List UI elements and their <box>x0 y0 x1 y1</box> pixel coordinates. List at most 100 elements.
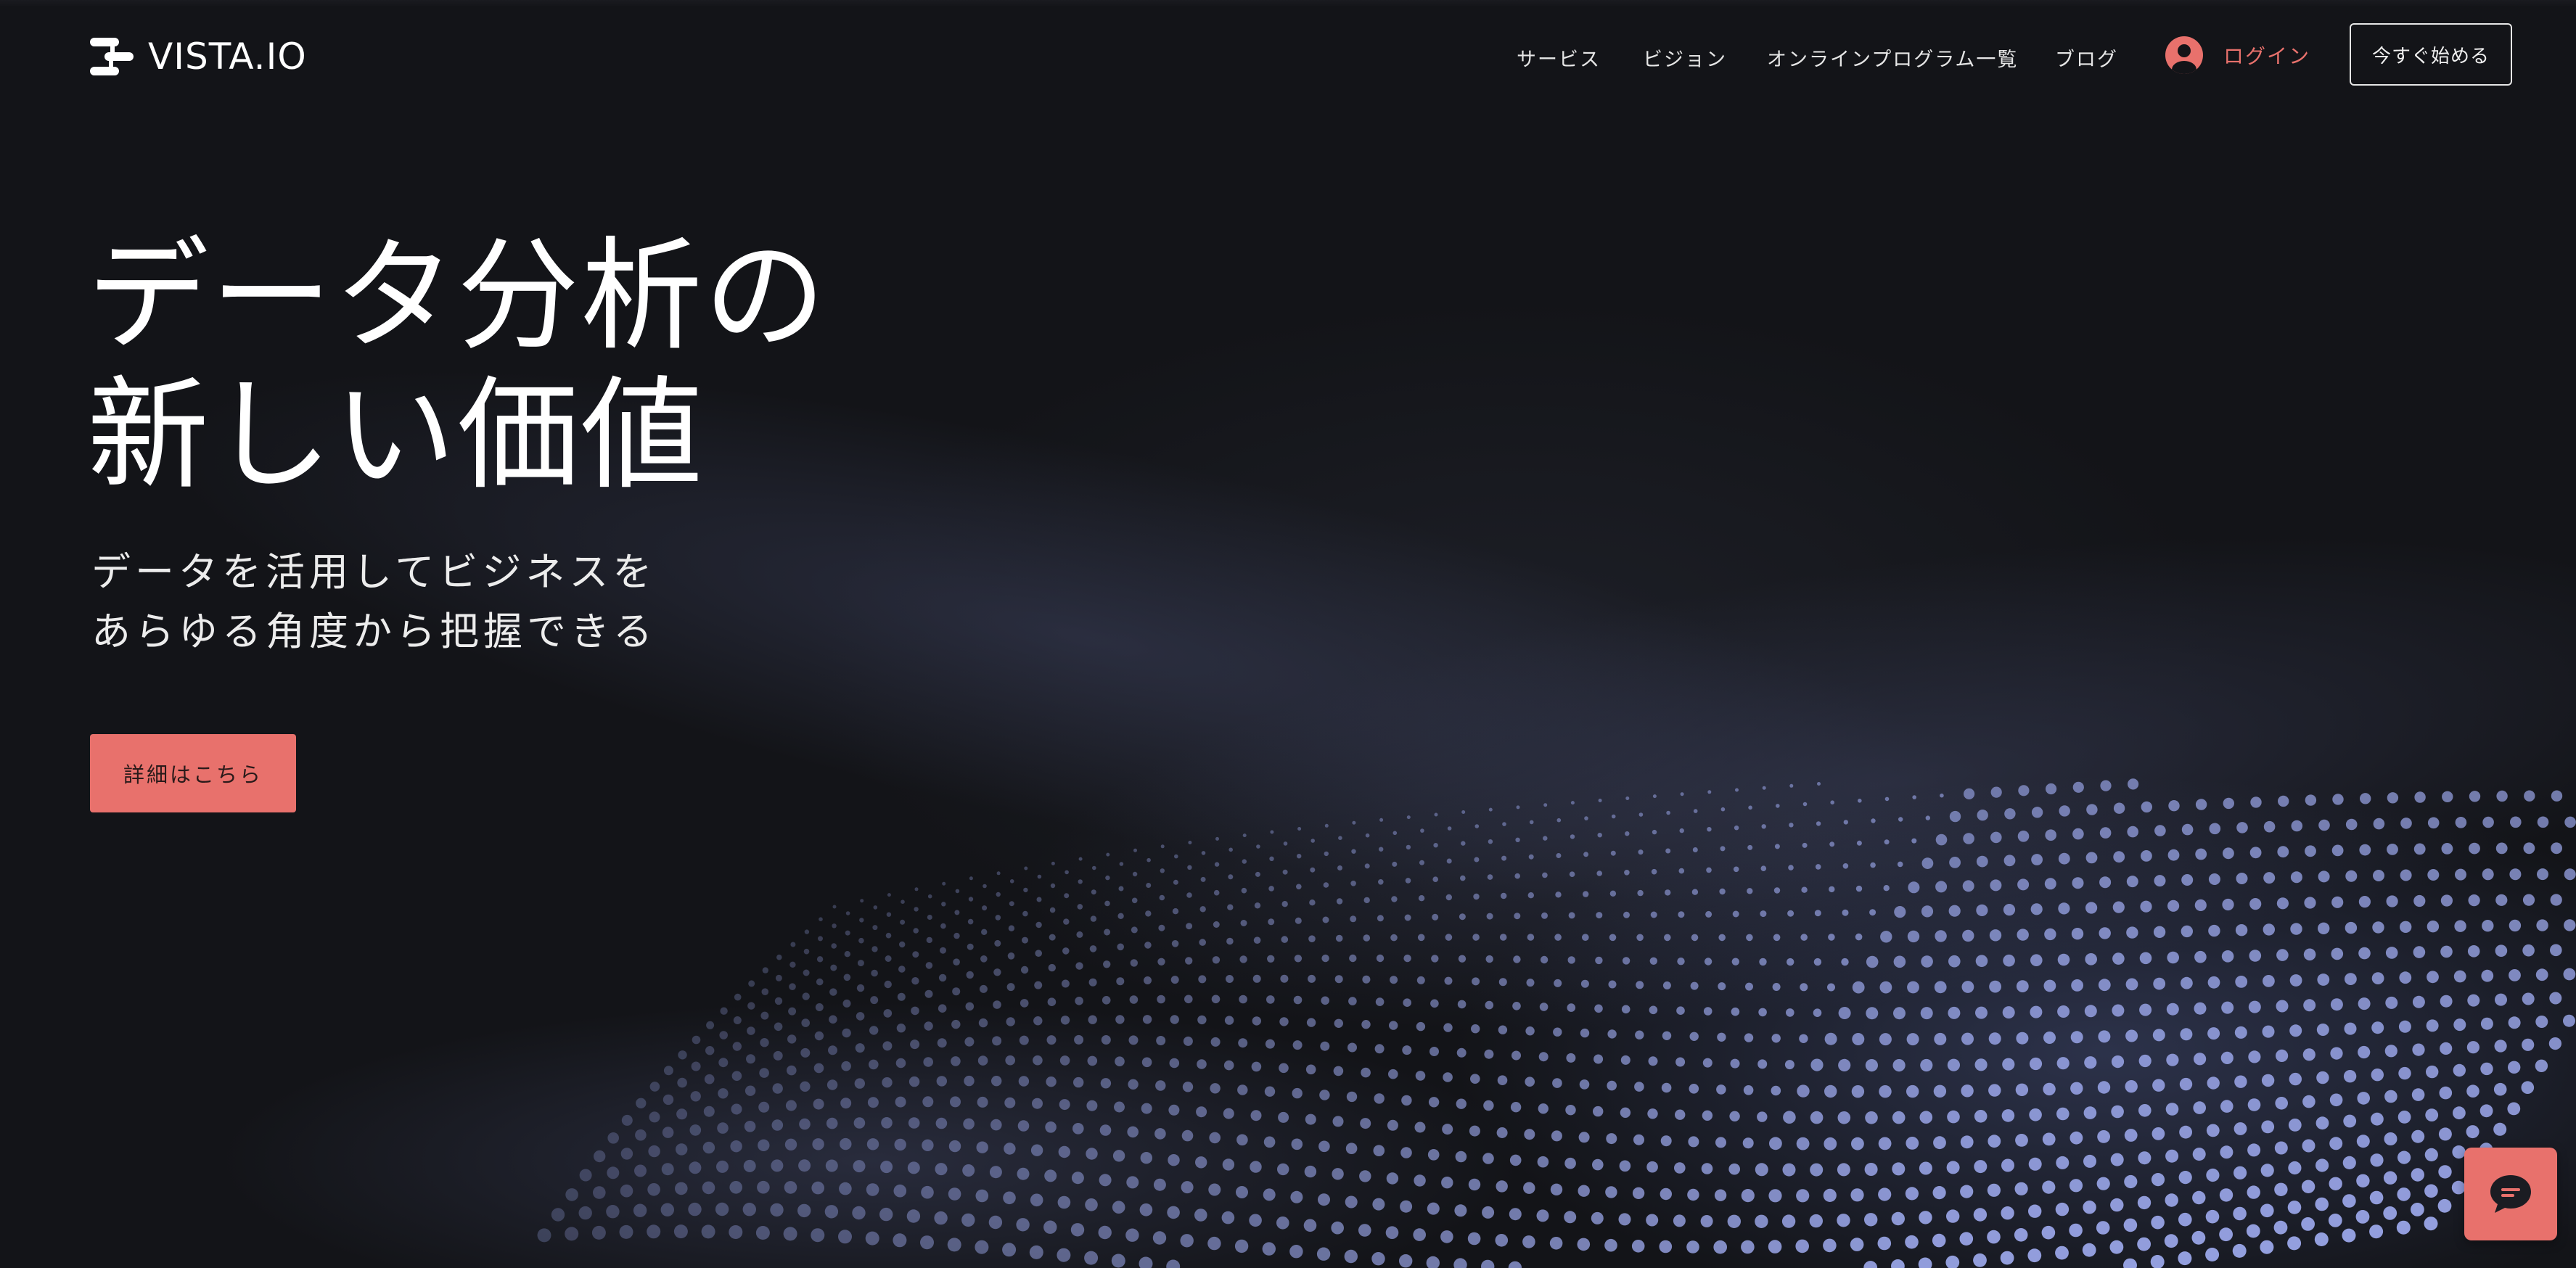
particle-dot <box>938 1004 947 1013</box>
particle-dot <box>1810 1163 1824 1177</box>
particle-dot <box>1977 810 1988 821</box>
particle-dot <box>1580 1028 1590 1038</box>
particle-dot <box>1417 934 1425 942</box>
particle-dot <box>840 1098 852 1109</box>
particle-dot <box>1170 976 1179 984</box>
particle-dot <box>2290 871 2302 884</box>
nav-link-blog[interactable]: ブログ <box>2055 44 2118 72</box>
particle-dot <box>2564 868 2576 881</box>
particle-dot <box>2290 923 2302 935</box>
particle-dot <box>2041 1225 2056 1240</box>
particle-dot <box>1036 897 1042 902</box>
chat-bubble-icon <box>2490 1175 2531 1213</box>
start-now-button[interactable]: 今すぐ始める <box>2350 23 2512 86</box>
particle-dot <box>1004 1143 1016 1155</box>
particle-dot <box>1851 1137 1864 1150</box>
login-link[interactable]: ログイン <box>2165 35 2310 75</box>
particle-dot <box>2043 1032 2056 1044</box>
particle-dot <box>2369 1224 2384 1239</box>
particle-dot <box>1406 815 1411 820</box>
particle-dot <box>2440 894 2453 907</box>
particle-dot <box>941 902 946 907</box>
particle-dot <box>1741 1240 1755 1254</box>
particle-dot <box>784 1181 797 1194</box>
chat-widget-button[interactable] <box>2464 1148 2557 1240</box>
particle-dot <box>995 915 1001 921</box>
particle-dot <box>2305 794 2317 806</box>
particle-dot <box>989 1166 1002 1179</box>
particle-dot <box>1828 934 1835 941</box>
particle-dot <box>701 1224 715 1239</box>
particle-dot <box>1262 1242 1276 1256</box>
particle-dot <box>1051 861 1055 865</box>
particle-dot <box>1321 996 1329 1005</box>
particle-dot <box>2112 901 2125 913</box>
particle-dot <box>1283 841 1288 846</box>
particle-dot <box>2138 1104 2152 1117</box>
particle-dot <box>2400 818 2412 829</box>
particle-dot <box>1037 874 1042 879</box>
particle-dot <box>2166 1053 2179 1066</box>
particle-dot <box>2056 1057 2070 1070</box>
particle-dot <box>2398 1066 2411 1080</box>
particle-dot <box>1142 1015 1152 1024</box>
particle-dot <box>1360 1118 1371 1129</box>
particle-dot <box>1948 1006 1961 1019</box>
particle-dot <box>2261 1120 2275 1134</box>
particle-dot <box>1799 1034 1808 1044</box>
particle-dot <box>2442 791 2453 803</box>
particle-dot <box>731 1071 742 1081</box>
particle-dot <box>1921 905 1934 918</box>
particle-dot <box>2125 1029 2138 1042</box>
particle-dot <box>1727 1214 1741 1229</box>
particle-dot <box>1608 980 1617 989</box>
particle-dot <box>938 973 947 982</box>
particle-dot <box>1240 920 1247 926</box>
particle-dot <box>1024 866 1028 870</box>
particle-dot <box>1064 893 1070 899</box>
particle-dot <box>607 1166 620 1180</box>
particle-dot <box>1378 879 1384 885</box>
nav-link-vision[interactable]: ビジョン <box>1643 44 1727 72</box>
particle-dot <box>1297 854 1302 859</box>
particle-dot <box>2275 1097 2288 1110</box>
particle-dot <box>2248 1000 2261 1013</box>
particle-dot <box>1762 786 1766 790</box>
particle-dot <box>826 1079 838 1090</box>
particle-dot <box>2413 946 2426 958</box>
particle-dot <box>1960 1185 1974 1198</box>
particle-dot <box>1714 1189 1727 1201</box>
learn-more-button[interactable]: 詳細はこちら <box>90 734 296 812</box>
particle-dot <box>2220 1100 2234 1113</box>
particle-dot <box>1496 1180 1508 1193</box>
particle-dot <box>2154 825 2166 836</box>
particle-dot <box>2193 1101 2206 1114</box>
particle-dot <box>579 1169 592 1182</box>
particle-dot <box>1703 1007 1712 1016</box>
brand-logo[interactable]: VISTA.IO <box>89 33 307 80</box>
particle-dot <box>2331 896 2344 908</box>
particle-dot <box>729 1181 742 1194</box>
particle-dot <box>1048 963 1057 972</box>
particle-dot <box>1842 863 1849 869</box>
particle-dot <box>2191 1230 2206 1245</box>
particle-dot <box>2126 926 2138 939</box>
particle-dot <box>606 1205 620 1219</box>
particle-dot <box>2278 795 2289 807</box>
particle-dot <box>1760 910 1767 918</box>
particle-dot <box>2069 1223 2083 1238</box>
particle-dot <box>1237 1084 1248 1095</box>
particle-dot <box>1609 890 1617 897</box>
particle-dot <box>1598 799 1602 802</box>
particle-dot <box>1611 814 1616 819</box>
particle-dot <box>1154 1128 1166 1140</box>
nav-link-online-programs[interactable]: オンラインプログラム一覧 <box>1767 44 2018 72</box>
particle-dot <box>858 937 864 944</box>
particle-dot <box>1092 865 1096 870</box>
particle-dot <box>1823 1188 1837 1202</box>
particle-dot <box>1195 1156 1207 1169</box>
nav-link-services[interactable]: サービス <box>1517 44 1601 72</box>
particle-dot <box>860 899 864 903</box>
particle-dot <box>912 951 919 958</box>
particle-dot <box>1487 874 1493 880</box>
